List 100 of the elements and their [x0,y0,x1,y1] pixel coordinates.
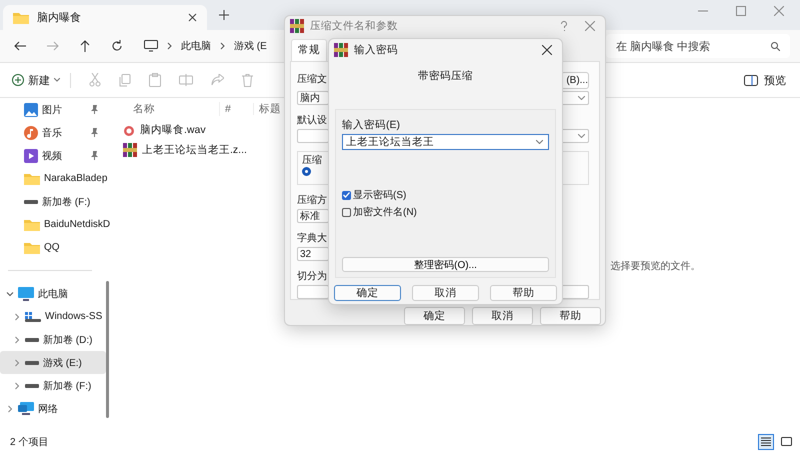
folder-icon [24,241,40,254]
copy-icon[interactable] [119,74,131,86]
organize-button[interactable]: 整理密码(O)... [342,257,549,272]
monitor-icon [18,286,34,300]
checkbox[interactable] [342,190,351,200]
rename-icon[interactable] [179,74,193,86]
file-item[interactable]: 上老王论坛当老王.z... [121,140,291,160]
browse-button[interactable]: (B)... [561,72,589,89]
text-field[interactable] [297,285,329,299]
search-field[interactable]: 在 脑内曝食 中搜索 [606,34,790,58]
sidebar-item[interactable]: 新加卷 (F:) [0,190,106,213]
drive-icon [25,312,41,322]
books-icon [334,43,348,57]
text-field[interactable]: 32 [297,247,329,261]
books-icon [290,18,304,32]
column-header[interactable]: 标题 [254,102,281,116]
dialog-button[interactable]: 取消 [472,307,533,325]
sidebar-item[interactable]: 新加卷 (D:) [0,328,106,351]
checkbox[interactable] [342,208,351,216]
checkbox-label[interactable]: 显示密码(S) [353,188,406,202]
sidebar-item[interactable]: QQ [0,236,106,259]
field-label: 压缩文 [297,74,327,85]
dialog-button[interactable]: 取消 [412,285,479,301]
field-label: 切分为 [297,271,327,282]
window-tab[interactable]: 脑内曝食 [3,5,207,30]
new-button[interactable]: 新建 [12,72,71,88]
details-view-button[interactable] [758,434,774,450]
scrollbar[interactable] [106,281,109,418]
item-count: 2 个项目 [10,436,48,448]
search-icon [771,42,780,50]
checkbox-label[interactable]: 加密文件名(N) [353,205,417,219]
breadcrumb[interactable]: 游戏 (E [234,39,267,53]
drive-icon [24,200,38,204]
radio-button[interactable] [302,167,311,176]
caret-icon [54,78,60,82]
dialog-button[interactable]: 帮助 [540,307,601,325]
share-icon[interactable] [211,74,224,86]
dropdown-field[interactable] [561,129,589,143]
help-icon[interactable] [561,20,567,30]
sidebar-item[interactable]: 图片 [0,98,106,121]
books-icon [123,143,137,157]
audio-file-icon [123,124,135,136]
paste-icon[interactable] [149,73,161,87]
drive-icon [25,384,39,388]
sidebar-item[interactable]: 音乐 [0,121,106,144]
file-item[interactable]: 脑内曝食.wav [121,120,291,140]
pin-icon [90,151,98,160]
preview-button[interactable]: 预览 [744,72,786,88]
caret-icon [578,96,585,100]
dialog-button[interactable]: 帮助 [490,285,557,301]
chevron-icon [13,382,21,390]
dialog-title: 压缩文件名和参数 [310,18,398,32]
breadcrumb[interactable]: 此电脑 [181,39,211,53]
text-field[interactable]: 标准 [297,209,329,223]
sidebar-item[interactable]: 新加卷 (F:) [0,374,106,397]
sidebar-item[interactable]: 网络 [0,397,106,420]
column-header[interactable]: 名称 [121,102,220,116]
sidebar-item[interactable]: 视频 [0,144,106,167]
preview-pane-icon [744,74,758,86]
folder-icon [13,11,29,24]
pin-icon [90,128,98,137]
delete-icon[interactable] [242,74,253,86]
refresh-icon[interactable] [111,40,123,52]
text-field[interactable] [561,285,589,299]
preview-hint: 选择要预览的文件。 [610,260,700,274]
dialog-button[interactable]: 确定 [334,285,401,301]
combo-field[interactable] [297,129,329,143]
close-icon[interactable] [188,13,197,22]
caret-icon [578,134,585,138]
close-icon[interactable] [542,45,552,55]
column-header[interactable]: # [220,103,254,115]
dialog-button[interactable]: 确定 [404,307,465,325]
password-field[interactable]: 上老王论坛当老王 [342,134,549,150]
tile-icon [780,436,792,446]
up-icon[interactable] [80,40,90,52]
dialog-heading: 带密码压缩 [418,70,473,82]
sidebar-item[interactable]: NarakaBladep [0,167,106,190]
sidebar-item[interactable]: Windows-SS [0,305,106,328]
chevron-icon [13,336,21,344]
maximize-icon[interactable] [736,6,746,16]
dialog-tab[interactable]: 常规 [291,39,327,61]
chevron-icon [220,42,225,50]
dropdown-field[interactable] [561,91,589,105]
forward-icon[interactable] [47,41,59,51]
field-label: 压缩 [302,154,323,166]
caret-icon [536,140,543,144]
sidebar-item[interactable]: 此电脑 [0,282,106,305]
list-icon [761,437,771,446]
add-tab-icon[interactable] [219,10,229,20]
back-icon[interactable] [14,41,26,51]
dialog-title: 输入密码 [354,43,398,57]
combo-field[interactable]: 脑内 [297,91,329,105]
chevron-icon [13,312,21,320]
field-label: 输入密码(E) [342,118,401,131]
monitor-icon[interactable] [144,40,158,52]
folder-icon [24,172,40,185]
drive-icon [25,360,39,364]
video-icon [24,148,38,162]
cut-icon[interactable] [89,73,101,87]
sidebar-item[interactable]: 游戏 (E:) [0,351,106,374]
